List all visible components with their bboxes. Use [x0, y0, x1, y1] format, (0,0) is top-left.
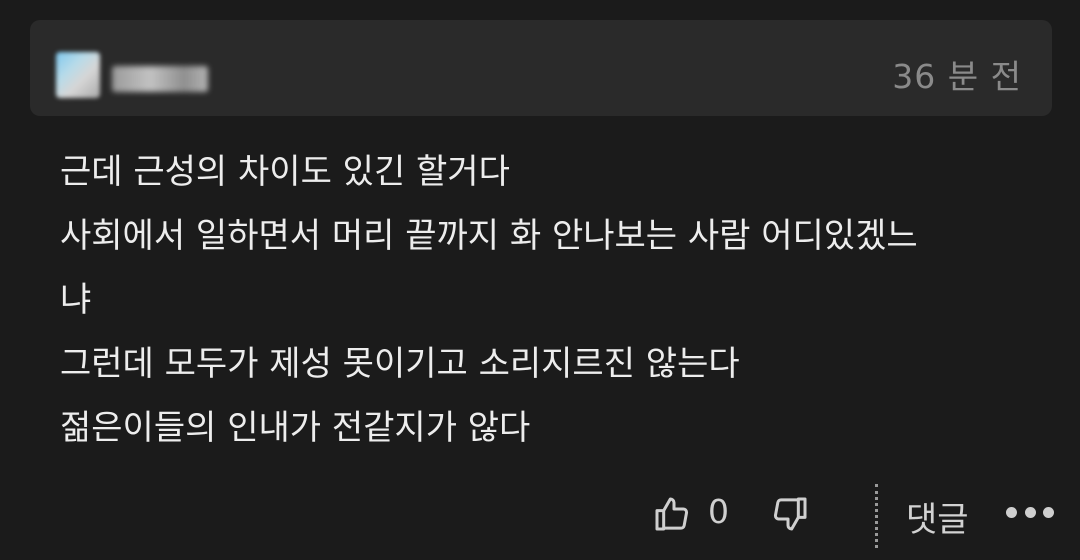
- comment-line: 젊은이들의 인내가 전같지가 않다: [60, 408, 531, 448]
- more-dot: [1006, 506, 1017, 518]
- comment-line: 근데 근성의 차이도 있긴 할거다: [60, 152, 510, 192]
- comment-line: 사회에서 일하면서 머리 끝까지 화 안나보는 사람 어디있겠느: [60, 216, 918, 256]
- comment-actions: 0 댓글: [0, 480, 1080, 550]
- username-blurred: [112, 66, 208, 92]
- comment-line: 그런데 모두가 제성 못이기고 소리지르진 않는다: [60, 344, 740, 384]
- comment-line: 냐: [60, 280, 92, 320]
- comment-body: 근데 근성의 차이도 있긴 할거다 사회에서 일하면서 머리 끝까지 화 안나보…: [60, 140, 1050, 460]
- more-dot: [1024, 506, 1036, 518]
- thumbs-down-icon[interactable]: [768, 492, 812, 536]
- comment-header: 36 분 전: [30, 20, 1052, 116]
- thumbs-up-icon[interactable]: [650, 492, 694, 536]
- divider: [875, 484, 878, 548]
- like-count: 0: [708, 492, 729, 531]
- more-dots-icon[interactable]: [1006, 502, 1054, 522]
- reply-button[interactable]: 댓글: [906, 492, 969, 541]
- comment-view: 36 분 전 근데 근성의 차이도 있긴 할거다 사회에서 일하면서 머리 끝까…: [0, 0, 1080, 560]
- more-dot: [1043, 506, 1054, 518]
- comment-timestamp: 36 분 전: [892, 57, 1022, 96]
- avatar[interactable]: [56, 52, 100, 98]
